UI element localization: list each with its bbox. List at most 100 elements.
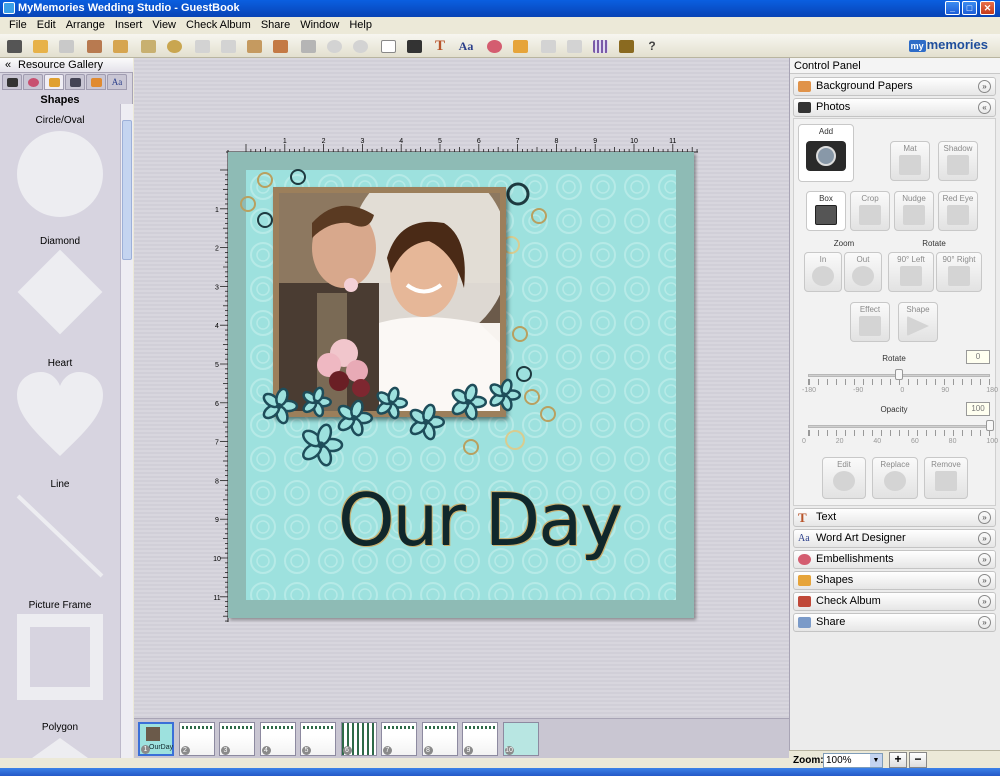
select-tool-icon[interactable] [4, 36, 24, 56]
scrollbar-thumb[interactable] [122, 120, 132, 260]
menu-view[interactable]: View [147, 17, 181, 34]
crop-button[interactable]: Crop [850, 191, 890, 231]
page-thumbnail[interactable]: OurDay 1 [138, 722, 174, 756]
new-page-icon[interactable] [378, 36, 398, 56]
menu-help[interactable]: Help [344, 17, 377, 34]
section-text[interactable]: T Text » [793, 508, 996, 527]
tab-fonts[interactable]: Aa [107, 74, 127, 90]
shapes-icon[interactable] [510, 36, 530, 56]
chevron-down-icon[interactable]: » [978, 532, 991, 545]
chevron-down-icon[interactable]: » [978, 574, 991, 587]
cut-icon[interactable] [192, 36, 212, 56]
page-thumbnail[interactable]: 4 [259, 722, 296, 756]
section-photos[interactable]: Photos « [793, 98, 996, 117]
close-button[interactable]: ✕ [980, 1, 995, 15]
rotate-right-button[interactable]: 90° Right [936, 252, 982, 292]
album-page[interactable]: Our Day [228, 152, 694, 618]
book-icon[interactable] [138, 36, 158, 56]
page-title-text[interactable]: Our Day [338, 470, 658, 570]
background-paper[interactable]: Our Day [240, 169, 676, 600]
chevron-down-icon[interactable]: » [978, 511, 991, 524]
rotate-left-button[interactable]: 90° Left [888, 252, 934, 292]
menu-check-album[interactable]: Check Album [181, 17, 256, 34]
chevron-down-icon[interactable]: » [978, 595, 991, 608]
shape-diamond[interactable] [17, 249, 103, 335]
redo-icon[interactable] [350, 36, 370, 56]
text-tool-icon[interactable]: T [430, 36, 450, 56]
menu-arrange[interactable]: Arrange [61, 17, 110, 34]
chevron-up-icon[interactable]: « [978, 101, 991, 114]
red-eye-button[interactable]: Red Eye [938, 191, 978, 231]
add-photo-button[interactable]: Add [798, 124, 854, 182]
paste-icon[interactable] [244, 36, 264, 56]
embellishment-flower-icon[interactable] [484, 36, 504, 56]
chevron-down-icon[interactable]: » [978, 616, 991, 629]
zoom-out-button[interactable]: − [909, 752, 927, 768]
effect-button[interactable]: Effect [850, 302, 890, 342]
preview-eye-icon[interactable] [164, 36, 184, 56]
chevron-down-icon[interactable]: » [978, 80, 991, 93]
menu-share[interactable]: Share [256, 17, 295, 34]
edit-button[interactable]: Edit [822, 457, 866, 499]
menu-file[interactable]: File [4, 17, 32, 34]
zoom-select[interactable]: 100% ▼ [823, 753, 883, 768]
replace-button[interactable]: Replace [872, 457, 918, 499]
align-icon[interactable] [564, 36, 584, 56]
tab-embellishments[interactable] [23, 74, 43, 90]
zoom-in-button[interactable]: In [804, 252, 842, 292]
folder-icon[interactable] [110, 36, 130, 56]
section-embellishments[interactable]: Embellishments » [793, 550, 996, 569]
copy-icon[interactable] [218, 36, 238, 56]
shape-button[interactable]: Shape [898, 302, 938, 342]
section-word-art-designer[interactable]: Aa Word Art Designer » [793, 529, 996, 548]
group-icon[interactable] [538, 36, 558, 56]
mat-button[interactable]: Mat [890, 141, 930, 181]
minimize-button[interactable]: _ [945, 1, 960, 15]
zoom-out-button[interactable]: Out [844, 252, 882, 292]
shadow-button[interactable]: Shadow [938, 141, 978, 181]
chevron-down-icon[interactable]: ▼ [870, 754, 882, 767]
open-album-icon[interactable] [30, 36, 50, 56]
tab-layouts[interactable] [65, 74, 85, 90]
nudge-button[interactable]: Nudge [894, 191, 934, 231]
page-thumbnail[interactable]: 7 [381, 722, 417, 756]
page-thumbnail[interactable]: 8 [421, 722, 458, 756]
check-icon[interactable] [298, 36, 318, 56]
menu-edit[interactable]: Edit [32, 17, 61, 34]
camera-icon[interactable] [404, 36, 424, 56]
page-thumbnail[interactable]: 5 [300, 722, 336, 756]
page-thumbnail[interactable]: 10 [502, 722, 539, 756]
shape-picture-frame[interactable] [17, 614, 103, 700]
shape-heart[interactable] [15, 370, 105, 458]
menu-window[interactable]: Window [295, 17, 344, 34]
maximize-button[interactable]: □ [962, 1, 977, 15]
shape-circle-oval[interactable] [17, 131, 103, 217]
shape-line[interactable] [14, 492, 106, 580]
collapse-icon[interactable]: « [5, 58, 11, 73]
opacity-value-field[interactable]: 100 [966, 402, 990, 416]
page-thumbnail[interactable]: 9 [462, 722, 498, 756]
tab-papers[interactable] [86, 74, 106, 90]
zoom-in-button[interactable]: + [889, 752, 907, 768]
remove-button[interactable]: Remove [924, 457, 968, 499]
clipboard-icon[interactable] [270, 36, 290, 56]
gallery-scrollbar[interactable] [120, 104, 133, 758]
menu-insert[interactable]: Insert [110, 17, 148, 34]
undo-icon[interactable] [324, 36, 344, 56]
word-art-icon[interactable]: Aa [456, 36, 476, 56]
shape-polygon[interactable] [30, 736, 90, 758]
film-icon[interactable] [616, 36, 636, 56]
tab-photos[interactable] [2, 74, 22, 90]
page-thumbnail[interactable]: 6 [340, 722, 377, 756]
tab-shapes[interactable] [44, 74, 64, 90]
chevron-down-icon[interactable]: » [978, 553, 991, 566]
print-icon[interactable] [84, 36, 104, 56]
opacity-slider-track[interactable] [808, 425, 990, 428]
help-icon[interactable]: ? [642, 36, 662, 56]
grid-icon[interactable] [590, 36, 610, 56]
section-check-album[interactable]: Check Album » [793, 592, 996, 611]
rotate-value-field[interactable]: 0 [966, 350, 990, 364]
save-icon[interactable] [56, 36, 76, 56]
page-thumbnail[interactable]: 3 [219, 722, 255, 756]
section-share[interactable]: Share » [793, 613, 996, 632]
